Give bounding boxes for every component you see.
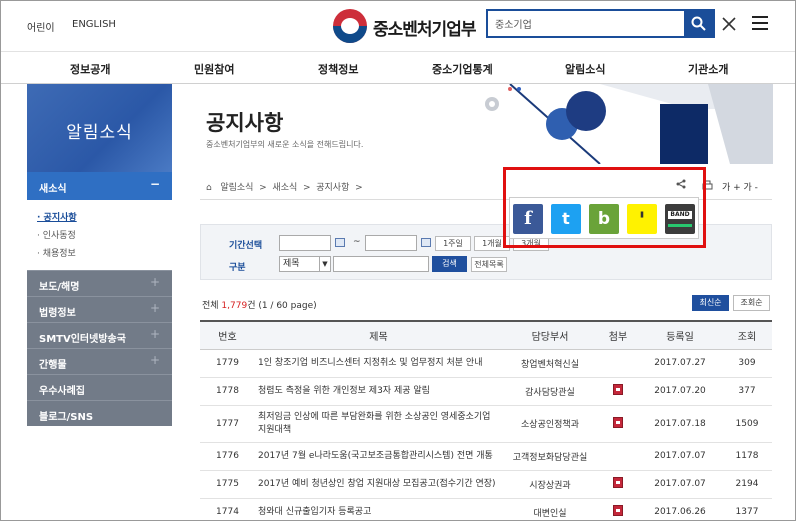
sidebar-item-press[interactable]: 보도/해명 +	[27, 270, 172, 296]
attachment-icon[interactable]	[613, 384, 623, 395]
period-label: 기간선택	[229, 241, 263, 251]
main-nav: 정보공개 민원참여 정책정보 중소기업통계 알림소식 기관소개	[0, 52, 796, 84]
site-logo[interactable]: 중소벤처기업부	[333, 9, 476, 43]
all-list-button[interactable]: 전체목록	[471, 257, 507, 272]
row-title-link[interactable]: 청렴도 측정을 위한 개인정보 제3자 제공 알림	[255, 377, 502, 406]
sidebar-item-publication[interactable]: 간행물 +	[27, 348, 172, 374]
col-attach: 첨부	[598, 320, 638, 350]
nav-item-news[interactable]: 알림소식	[565, 61, 605, 77]
sidebar: 알림소식 새소식 − · 공지사항 · 인사동정 · 채용정보 보도/해명 + 법령…	[27, 84, 172, 426]
home-icon[interactable]: ⌂	[206, 183, 212, 193]
breadcrumb: ⌂ 알림소식 > 새소식 > 공지사항 >	[206, 183, 363, 193]
keyword-input[interactable]	[333, 256, 429, 272]
sidebar-item-smtv[interactable]: SMTV인터넷방송국 +	[27, 322, 172, 348]
chevron-down-icon: ▼	[319, 257, 330, 271]
row-title-link[interactable]: 2017년 7월 e나라도움(국고보조금통합관리시스템) 전면 개통	[255, 442, 502, 471]
notice-table: 번호 제목 담당부서 첨부 등록일 조회 1779 1인 창조기업 비즈니스센터…	[200, 320, 772, 521]
col-title: 제목	[255, 320, 502, 350]
search-button[interactable]	[684, 11, 713, 36]
sidebar-submenu: · 공지사항 · 인사동정 · 채용정보	[27, 200, 172, 270]
attachment-icon[interactable]	[613, 505, 623, 516]
page-description: 중소벤처기업부의 새로운 소식을 전해드립니다.	[206, 140, 364, 149]
highlight-box	[503, 167, 706, 248]
table-row[interactable]: 1776 2017년 7월 e나라도움(국고보조금통합관리시스템) 전면 개통 …	[200, 442, 772, 471]
row-title-link[interactable]: 1인 창조기업 비즈니스센터 지정취소 및 업무정지 처분 안내	[255, 349, 502, 378]
breadcrumb-item[interactable]: 알림소식	[220, 183, 253, 193]
close-icon[interactable]	[719, 14, 739, 34]
end-date-input[interactable]	[365, 235, 417, 251]
sidebar-item-news[interactable]: 새소식 −	[27, 172, 172, 200]
sort-latest-button[interactable]: 최신순	[692, 295, 729, 311]
category-label: 구분	[229, 263, 246, 273]
search-input[interactable]	[488, 11, 684, 36]
sidebar-item-law[interactable]: 법령정보 +	[27, 296, 172, 322]
sidebar-sub-personnel[interactable]: · 인사동정	[37, 228, 172, 246]
sidebar-title: 알림소식	[27, 84, 172, 172]
col-views: 조회	[722, 320, 772, 350]
collapse-icon: −	[149, 177, 160, 191]
nav-item-info[interactable]: 정보공개	[70, 61, 110, 77]
expand-icon: +	[149, 353, 160, 367]
taegeuk-logo-icon	[333, 9, 367, 43]
table-header: 번호 제목 담당부서 첨부 등록일 조회	[200, 320, 772, 350]
top-header: 어린이 ENGLISH 중소벤처기업부	[0, 0, 796, 52]
sidebar-item-blog[interactable]: 블로그/SNS	[27, 400, 172, 426]
row-title-link[interactable]: 청와대 신규출입기자 등록공고	[255, 498, 502, 521]
sidebar-sub-notice[interactable]: · 공지사항	[37, 210, 172, 228]
date-tilde: ~	[353, 237, 361, 247]
attachment-icon[interactable]	[613, 416, 623, 428]
calendar-icon[interactable]	[335, 238, 345, 247]
nav-item-stats[interactable]: 중소기업통계	[432, 61, 493, 77]
search-box	[486, 9, 715, 38]
row-title-link[interactable]: 최저임금 인상에 따른 부담완화를 위한 소상공인 영세중소기업 지원대책	[255, 405, 502, 443]
category-select[interactable]: 제목 ▼	[279, 256, 331, 272]
col-dept: 담당부서	[502, 320, 598, 350]
table-row[interactable]: 1774 청와대 신규출입기자 등록공고 대변인실 2017.06.26 137…	[200, 498, 772, 521]
nav-item-civil[interactable]: 민원참여	[194, 61, 234, 77]
menu-icon[interactable]	[752, 16, 768, 30]
row-title-link[interactable]: 2017년 예비 청년상인 창업 지원대상 모집공고(접수기간 연장)	[255, 470, 502, 499]
table-row[interactable]: 1778 청렴도 측정을 위한 개인정보 제3자 제공 알림 감사담당관실 20…	[200, 377, 772, 406]
sidebar-item-cases[interactable]: 우수사례집	[27, 374, 172, 400]
table-row[interactable]: 1775 2017년 예비 청년상인 창업 지원대상 모집공고(접수기간 연장)…	[200, 470, 772, 499]
attachment-icon[interactable]	[613, 477, 623, 488]
calendar-icon[interactable]	[421, 238, 431, 247]
expand-icon: +	[149, 275, 160, 289]
nav-item-policy[interactable]: 정책정보	[318, 61, 358, 77]
font-size-controls[interactable]: 가 + 가 -	[722, 180, 758, 193]
breadcrumb-item[interactable]: 새소식	[272, 183, 297, 193]
result-count: 전체 1,779건 (1 / 60 page)	[202, 301, 317, 311]
breadcrumb-item[interactable]: 공지사항	[316, 183, 349, 193]
table-row[interactable]: 1777 최저임금 인상에 따른 부담완화를 위한 소상공인 영세중소기업 지원…	[200, 405, 772, 443]
search-submit-button[interactable]: 검색	[432, 256, 467, 272]
sidebar-sub-recruit[interactable]: · 채용정보	[37, 246, 172, 264]
page-title: 공지사항	[206, 111, 284, 135]
english-link[interactable]: ENGLISH	[72, 19, 116, 30]
table-row[interactable]: 1779 1인 창조기업 비즈니스센터 지정취소 및 업무정지 처분 안내 창업…	[200, 349, 772, 378]
expand-icon: +	[149, 327, 160, 341]
decorative-banner	[480, 84, 773, 164]
col-date: 등록일	[638, 320, 722, 350]
logo-text: 중소벤처기업부	[373, 20, 476, 40]
nav-item-about[interactable]: 기관소개	[688, 61, 728, 77]
sort-views-button[interactable]: 조회순	[733, 295, 770, 311]
period-1week-button[interactable]: 1주일	[435, 236, 471, 251]
kids-link[interactable]: 어린이	[27, 19, 55, 34]
expand-icon: +	[149, 301, 160, 315]
search-icon	[691, 16, 706, 31]
col-no: 번호	[200, 320, 255, 350]
start-date-input[interactable]	[279, 235, 331, 251]
